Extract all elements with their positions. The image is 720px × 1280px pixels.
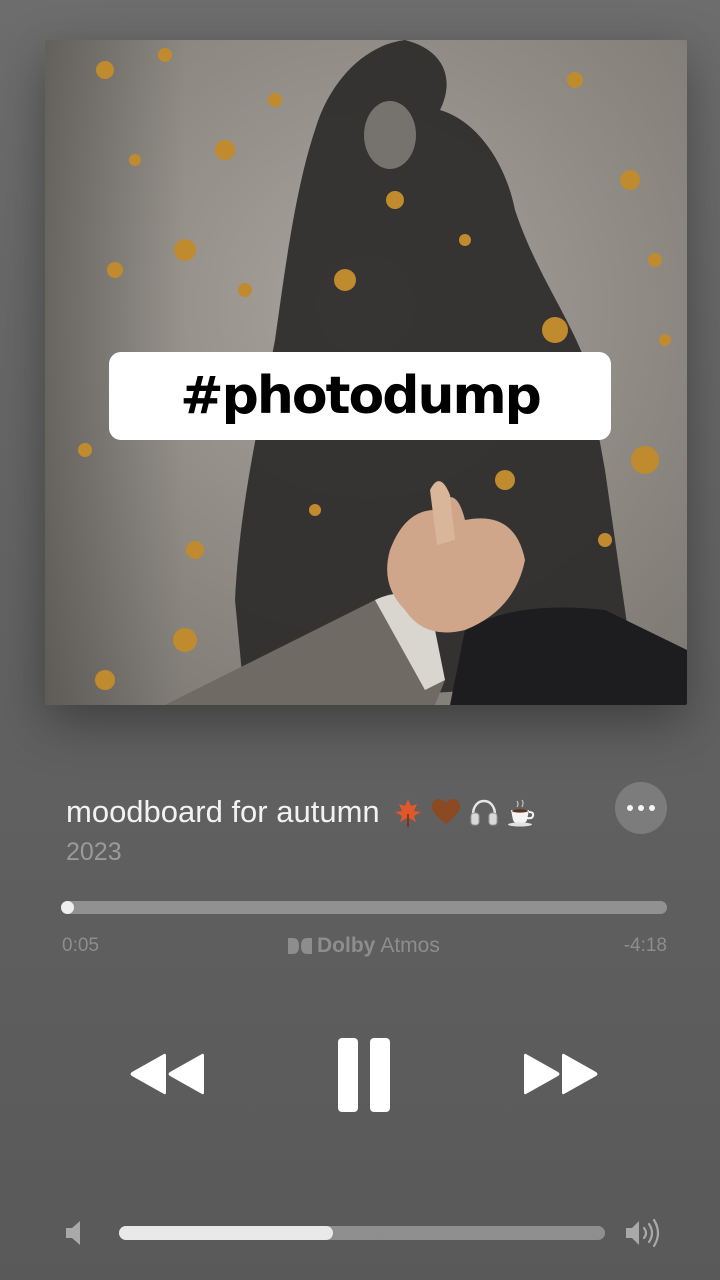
headphones-icon xyxy=(470,799,498,826)
ellipsis-icon-dot xyxy=(649,805,655,811)
pause-icon xyxy=(338,1038,390,1112)
maple-leaf-icon xyxy=(394,799,421,827)
remaining-time: -4:18 xyxy=(623,935,667,956)
title-emojis xyxy=(392,796,538,828)
dolby-atmos-badge: Dolby Atmos xyxy=(287,934,440,958)
volume-level-fill xyxy=(119,1226,333,1240)
album-artwork: #photodump xyxy=(45,40,687,705)
track-title: moodboard for autumn xyxy=(66,794,380,829)
more-options-button[interactable] xyxy=(615,782,667,834)
volume-low-icon xyxy=(66,1221,80,1245)
next-track-button[interactable] xyxy=(520,1046,604,1102)
pause-button[interactable] xyxy=(330,1034,398,1116)
track-subtitle: 2023 xyxy=(66,838,122,866)
fast-forward-icon xyxy=(524,1053,598,1095)
volume-slider[interactable] xyxy=(119,1226,605,1240)
previous-track-button[interactable] xyxy=(124,1046,208,1102)
playback-progress-fill xyxy=(61,901,75,914)
track-title-row: moodboard for autumn xyxy=(66,792,538,832)
ellipsis-icon-dot xyxy=(627,805,633,811)
hot-beverage-icon xyxy=(507,799,534,827)
volume-high-icon xyxy=(626,1218,660,1248)
ellipsis-icon-dot xyxy=(638,805,644,811)
brown-heart-icon xyxy=(431,799,460,824)
dolby-format-text: Atmos xyxy=(380,934,440,957)
artwork-hashtag-text: #photodump xyxy=(109,352,611,440)
dolby-brand-text: Dolby xyxy=(317,934,376,957)
playback-scrubber[interactable] xyxy=(61,901,667,914)
elapsed-time: 0:05 xyxy=(62,935,99,956)
dolby-logo-icon xyxy=(288,938,312,954)
rewind-icon xyxy=(130,1053,204,1095)
